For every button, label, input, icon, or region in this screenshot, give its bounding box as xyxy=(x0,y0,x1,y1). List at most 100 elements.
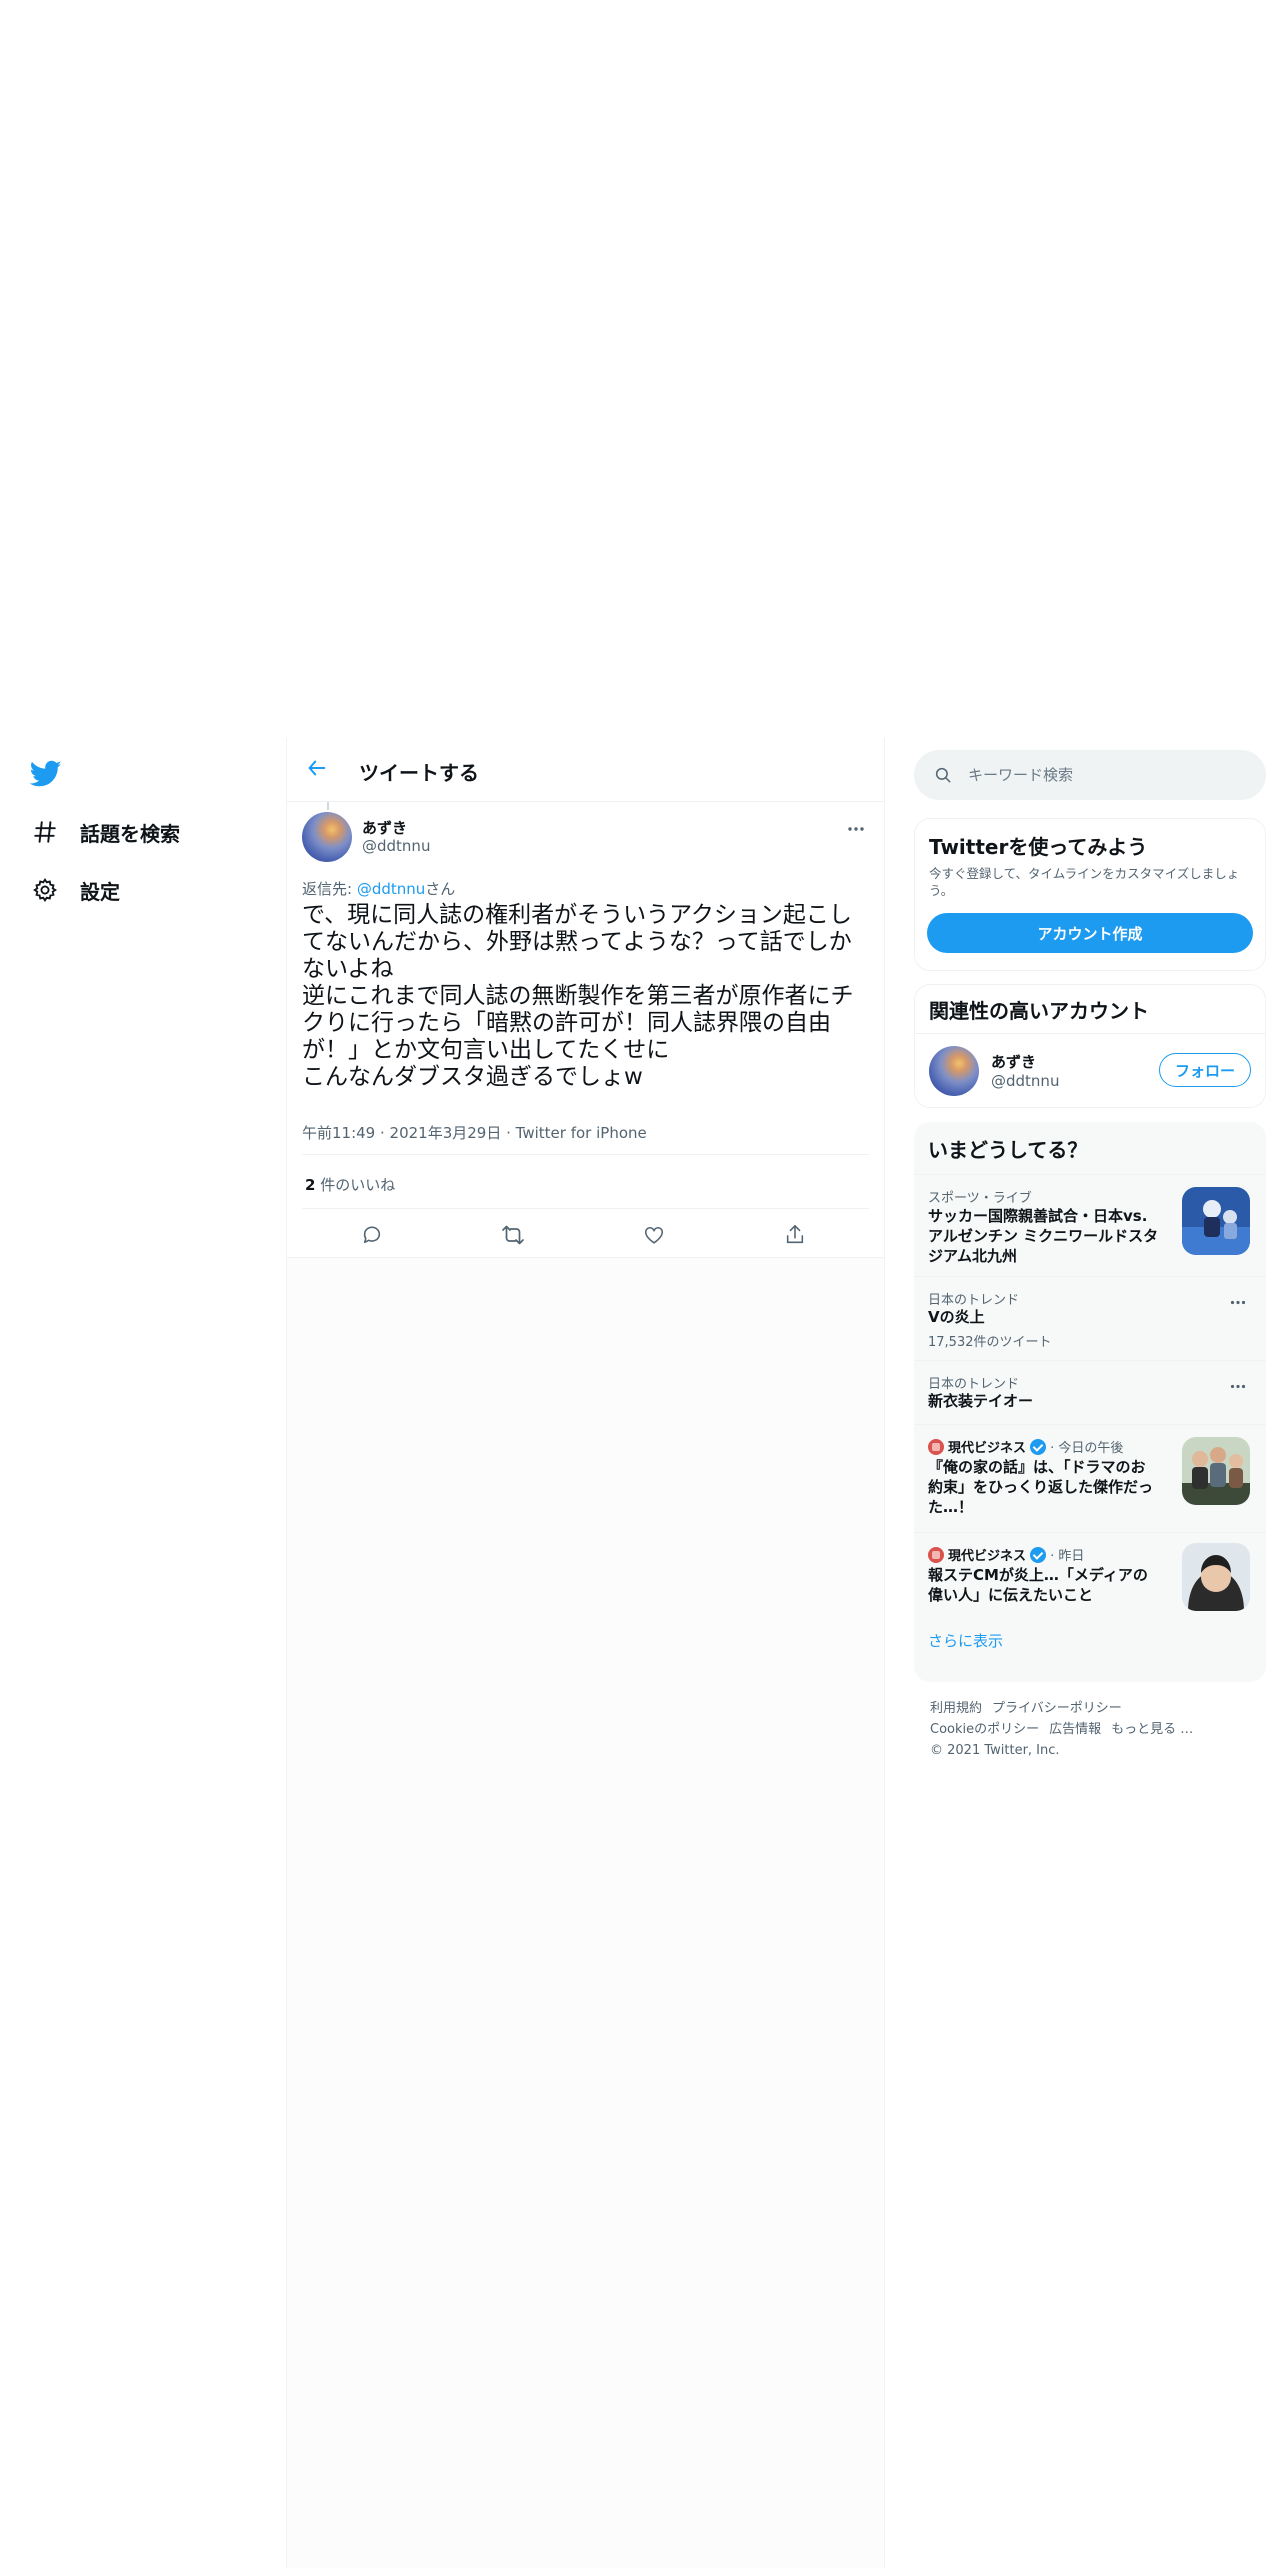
trend-tweet-count: 17,532件のツイート xyxy=(928,1335,1052,1350)
related-title: 関連性の高いアカウント xyxy=(929,999,1149,1023)
publisher-name: 現代ビジネス xyxy=(948,1549,1027,1564)
trend-context: 日本のトレンド xyxy=(928,1377,1020,1392)
search-box[interactable] xyxy=(914,750,1266,800)
reply-suffix: さん xyxy=(425,880,456,898)
like-count: 2 xyxy=(305,1176,316,1194)
tweet-time[interactable]: 午前11:49 xyxy=(302,1124,375,1142)
likes-count-link[interactable]: 2 件のいいね xyxy=(305,1174,395,1195)
hashtag-icon xyxy=(30,817,60,847)
trends-title: いまどうしてる？ xyxy=(928,1138,1088,1162)
reply-handle-link[interactable]: @ddtnnu xyxy=(357,880,425,898)
nav-settings[interactable]: 設定 xyxy=(30,870,120,910)
reply-icon xyxy=(361,1224,383,1250)
trend-more-button[interactable] xyxy=(1226,1289,1250,1309)
page-title: ツイートする xyxy=(359,761,479,785)
reply-to-line: 返信先: @ddtnnuさん xyxy=(302,878,455,899)
page-header: ツイートする xyxy=(287,738,884,802)
related-accounts-card: 関連性の高いアカウント あずき @ddtnnu フォロー xyxy=(914,984,1266,1108)
publisher-logo-icon xyxy=(928,1547,944,1563)
tweet-source[interactable]: Twitter for iPhone xyxy=(516,1124,647,1142)
trend-title: 新衣装テイオー xyxy=(928,1392,1034,1410)
avatar[interactable] xyxy=(929,1046,979,1096)
nav-settings-label: 設定 xyxy=(80,879,120,904)
signup-card: Twitterを使ってみよう 今すぐ登録して、タイムラインをカスタマイズしましょ… xyxy=(914,818,1266,971)
footer-links-row: 利用規約 プライバシーポリシー xyxy=(930,1698,1260,1719)
footer-links-row: Cookieのポリシー 広告情報 もっと見る … xyxy=(930,1719,1260,1740)
trends-card: いまどうしてる？ スポーツ・ライブ サッカー国際親善試合・日本vs.アルゼンチン… xyxy=(914,1122,1266,1682)
retweet-button[interactable] xyxy=(498,1222,528,1252)
nav-explore[interactable]: 話題を検索 xyxy=(30,812,180,852)
retweet-icon xyxy=(501,1224,525,1250)
column-divider xyxy=(884,738,885,2568)
news-source-line: 現代ビジネス · 昨日 xyxy=(928,1545,1084,1564)
create-account-button[interactable]: アカウント作成 xyxy=(927,913,1253,953)
ads-info-link[interactable]: 広告情報 xyxy=(1049,1722,1101,1737)
signup-text: 今すぐ登録して、タイムラインをカスタマイズしましょう。 xyxy=(929,866,1240,898)
trend-item[interactable]: スポーツ・ライブ サッカー国際親善試合・日本vs.アルゼンチン ミクニワールドス… xyxy=(914,1174,1266,1276)
reply-button[interactable] xyxy=(357,1222,387,1252)
follow-button[interactable]: フォロー xyxy=(1159,1053,1251,1087)
verified-badge-icon xyxy=(1030,1439,1047,1455)
related-account-row[interactable]: あずき @ddtnnu フォロー xyxy=(915,1033,1265,1107)
footer: 利用規約 プライバシーポリシー Cookieのポリシー 広告情報 もっと見る … © … xyxy=(930,1698,1260,1761)
more-link[interactable]: もっと見る … xyxy=(1111,1722,1193,1737)
back-button[interactable] xyxy=(303,756,331,784)
copyright: © 2021 Twitter, Inc. xyxy=(930,1743,1060,1758)
news-thumbnail xyxy=(1182,1437,1250,1505)
twitter-bird-icon[interactable] xyxy=(29,760,64,790)
gear-icon xyxy=(30,875,60,905)
reply-prefix: 返信先: xyxy=(302,880,357,898)
trend-title: サッカー国際親善試合・日本vs.アルゼンチン ミクニワールドスタジアム北九州 xyxy=(928,1207,1159,1265)
thread-connector xyxy=(327,802,329,810)
search-input[interactable] xyxy=(968,766,1238,784)
terms-link[interactable]: 利用規約 xyxy=(930,1701,982,1716)
news-title: 報ステCMが炎上…「メディアの偉い人」に伝えたいこと xyxy=(928,1566,1148,1604)
tweet-actions xyxy=(287,1216,884,1256)
trend-title: Vの炎上 xyxy=(928,1308,985,1326)
divider xyxy=(302,1208,869,1209)
tweet-detail: あずき @ddtnnu 返信先: @ddtnnuさん で、現に同人誌の権利者がそ… xyxy=(287,802,884,1258)
share-button[interactable] xyxy=(780,1222,810,1252)
news-item[interactable]: 現代ビジネス · 昨日 報ステCMが炎上…「メディアの偉い人」に伝えたいこと xyxy=(914,1532,1266,1616)
like-label: 件のいいね xyxy=(315,1176,396,1194)
like-button[interactable] xyxy=(639,1222,669,1252)
search-icon xyxy=(932,764,954,786)
author-handle[interactable]: @ddtnnu xyxy=(362,837,430,855)
trend-more-button[interactable] xyxy=(1226,1373,1250,1393)
privacy-link[interactable]: プライバシーポリシー xyxy=(992,1701,1122,1716)
arrow-left-icon xyxy=(306,757,328,783)
more-dots-icon xyxy=(1230,1290,1246,1309)
heart-icon xyxy=(643,1224,665,1250)
more-options-button[interactable] xyxy=(844,814,868,838)
divider xyxy=(302,1154,869,1155)
trend-context: スポーツ・ライブ xyxy=(928,1191,1032,1206)
trend-item[interactable]: 日本のトレンド 新衣装テイオー xyxy=(914,1360,1266,1424)
related-account-handle: @ddtnnu xyxy=(991,1072,1060,1090)
trend-context: 日本のトレンド xyxy=(928,1293,1020,1308)
share-icon xyxy=(784,1224,806,1250)
tweet-date[interactable]: 2021年3月29日 xyxy=(390,1124,502,1142)
avatar[interactable] xyxy=(302,812,352,862)
news-time: 今日の午後 xyxy=(1058,1441,1124,1456)
signup-title: Twitterを使ってみよう xyxy=(929,835,1148,859)
cookie-link[interactable]: Cookieのポリシー xyxy=(930,1722,1039,1737)
publisher-name: 現代ビジネス xyxy=(948,1441,1027,1456)
tweet-meta: 午前11:49 · 2021年3月29日 · Twitter for iPhon… xyxy=(302,1124,647,1142)
news-source-line: 現代ビジネス · 今日の午後 xyxy=(928,1437,1123,1456)
news-title: 『俺の家の話』は、「ドラマのお約束」をひっくり返した傑作だった…！ xyxy=(928,1458,1154,1516)
trend-thumbnail xyxy=(1182,1187,1250,1255)
show-more-link[interactable]: さらに表示 xyxy=(928,1630,1003,1651)
tweet-text: で、現に同人誌の権利者がそういうアクション起こしてないんだから、外野は黙ってよう… xyxy=(302,902,854,1090)
main-column: ツイートする あずき @ddtnnu 返信先: @ddtnnuさん で、現に同人… xyxy=(287,738,884,2568)
nav-explore-label: 話題を検索 xyxy=(80,821,180,846)
related-account-name: あずき xyxy=(991,1053,1037,1071)
more-dots-icon xyxy=(847,817,865,836)
publisher-logo-icon xyxy=(928,1439,944,1455)
verified-badge-icon xyxy=(1030,1547,1047,1563)
news-time: 昨日 xyxy=(1058,1549,1085,1564)
news-item[interactable]: 現代ビジネス · 今日の午後 『俺の家の話』は、「ドラマのお約束」をひっくり返し… xyxy=(914,1424,1266,1532)
trend-item[interactable]: 日本のトレンド Vの炎上 17,532件のツイート xyxy=(914,1276,1266,1360)
more-dots-icon xyxy=(1230,1374,1246,1393)
news-thumbnail xyxy=(1182,1543,1250,1611)
author-name[interactable]: あずき xyxy=(362,817,407,838)
